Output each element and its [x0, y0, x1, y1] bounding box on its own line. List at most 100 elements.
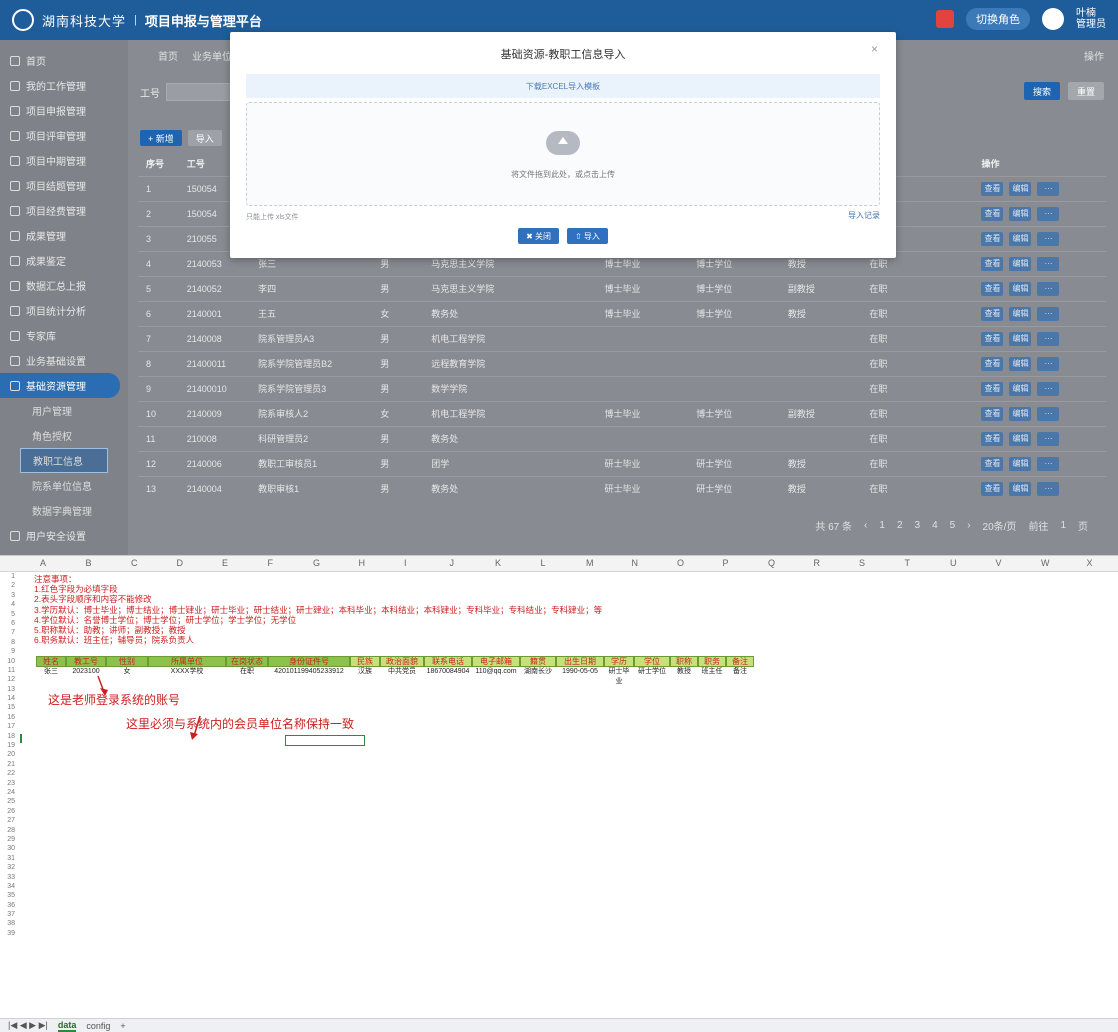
sheet-nav-icon[interactable]: |◀ ◀ ▶ ▶|: [8, 1020, 48, 1031]
row-number[interactable]: 13: [0, 685, 18, 694]
edit-button[interactable]: 编辑: [1009, 256, 1032, 271]
view-button[interactable]: 查看: [981, 431, 1004, 446]
template-header-cell[interactable]: 学历: [604, 656, 634, 667]
edit-button[interactable]: 编辑: [1009, 381, 1032, 396]
template-header-cell[interactable]: 身份证件号: [268, 656, 350, 667]
column-letter[interactable]: A: [40, 558, 46, 568]
edit-button[interactable]: 编辑: [1009, 406, 1032, 421]
row-number[interactable]: 7: [0, 628, 18, 637]
row-number[interactable]: 14: [0, 694, 18, 703]
more-button[interactable]: ···: [1037, 231, 1060, 246]
template-header-cell[interactable]: 所属单位: [148, 656, 226, 667]
more-button[interactable]: ···: [1037, 306, 1060, 321]
pager-page[interactable]: 1: [879, 520, 885, 531]
template-sample-cell[interactable]: 张三: [36, 667, 66, 677]
sidebar-subitem[interactable]: 角色授权: [0, 423, 128, 448]
template-sample-cell[interactable]: 研士学位: [634, 667, 670, 677]
table-row[interactable]: 9 21400010 院系学院管理员3 男数学学院 在职 查看 编辑 ···: [138, 375, 1106, 401]
more-button[interactable]: ···: [1037, 431, 1060, 446]
column-letter[interactable]: I: [404, 558, 407, 568]
sidebar-subitem[interactable]: 院系单位信息: [0, 473, 128, 498]
column-letter[interactable]: P: [723, 558, 729, 568]
sidebar-item[interactable]: 项目统计分析: [0, 298, 128, 323]
table-row[interactable]: 6 2140001 王五女教务处 博士毕业 博士学位 教授 在职 查看 编辑 ···: [138, 300, 1106, 326]
column-letter[interactable]: W: [1041, 558, 1050, 568]
sidebar-item-active[interactable]: 基础资源管理: [0, 373, 120, 398]
pager-page[interactable]: 4: [932, 520, 938, 531]
row-number[interactable]: 26: [0, 807, 18, 816]
import-confirm-button[interactable]: ⇧ 导入: [567, 228, 608, 244]
notification-flag-icon[interactable]: [936, 10, 954, 28]
row-number[interactable]: 20: [0, 750, 18, 759]
column-letter[interactable]: F: [268, 558, 274, 568]
row-number[interactable]: 28: [0, 826, 18, 835]
more-button[interactable]: ···: [1037, 456, 1060, 471]
template-header-cell[interactable]: 备注: [726, 656, 754, 667]
view-button[interactable]: 查看: [981, 356, 1004, 371]
add-sheet-button[interactable]: +: [120, 1021, 125, 1031]
row-number[interactable]: 1: [0, 572, 18, 581]
column-letter[interactable]: S: [859, 558, 865, 568]
edit-button[interactable]: 编辑: [1009, 331, 1032, 346]
table-row[interactable]: 8 21400011 院系学院管理员B2 男远程教育学院 在职 查看 编辑 ···: [138, 350, 1106, 376]
row-number[interactable]: 19: [0, 741, 18, 750]
row-number[interactable]: 5: [0, 610, 18, 619]
pager-page[interactable]: 2: [897, 520, 903, 531]
sidebar-item[interactable]: 业务基础设置: [0, 348, 128, 373]
user-avatar[interactable]: [1042, 8, 1064, 30]
column-letter[interactable]: B: [86, 558, 92, 568]
user-name[interactable]: 叶楠 管理员: [1076, 8, 1106, 30]
column-letter[interactable]: X: [1087, 558, 1093, 568]
edit-button[interactable]: 编辑: [1009, 306, 1032, 321]
download-template-link[interactable]: 下载EXCEL导入模板: [246, 74, 880, 98]
template-header-cell[interactable]: 民族: [350, 656, 380, 667]
more-button[interactable]: ···: [1037, 356, 1060, 371]
sidebar-item[interactable]: 项目评审管理: [0, 123, 128, 148]
table-row[interactable]: 7 2140008 院系管理员A3 男机电工程学院 在职 查看 编辑 ···: [138, 325, 1106, 351]
pager-prev[interactable]: ‹: [864, 520, 867, 531]
column-letter[interactable]: J: [450, 558, 455, 568]
row-number[interactable]: 39: [0, 929, 18, 938]
template-header-cell[interactable]: 教工号: [66, 656, 106, 667]
sidebar-item[interactable]: 我的工作管理: [0, 73, 128, 98]
row-number[interactable]: 27: [0, 816, 18, 825]
row-number[interactable]: 12: [0, 675, 18, 684]
pager-page-input[interactable]: 1: [1060, 520, 1066, 531]
edit-button[interactable]: 编辑: [1009, 481, 1032, 496]
template-sample-cell[interactable]: 2023100: [66, 667, 106, 677]
upload-dropzone[interactable]: 将文件拖到此处，或点击上传: [246, 102, 880, 206]
switch-role-button[interactable]: 切换角色: [966, 8, 1030, 30]
sidebar-subitem-current[interactable]: 教职工信息: [20, 448, 108, 473]
sidebar-subitem[interactable]: 用户管理: [0, 398, 128, 423]
view-button[interactable]: 查看: [981, 481, 1004, 496]
view-button[interactable]: 查看: [981, 181, 1004, 196]
row-number[interactable]: 35: [0, 891, 18, 900]
view-button[interactable]: 查看: [981, 456, 1004, 471]
table-row[interactable]: 5 2140052 李四男马克思主义学院 博士毕业 博士学位 副教授 在职 查看 编辑 ···: [138, 275, 1106, 301]
row-number[interactable]: 37: [0, 910, 18, 919]
template-header-cell[interactable]: 电子邮箱: [472, 656, 520, 667]
row-number[interactable]: 21: [0, 760, 18, 769]
column-letter[interactable]: N: [632, 558, 639, 568]
add-button[interactable]: + 新增: [140, 130, 182, 146]
more-button[interactable]: ···: [1037, 481, 1060, 496]
template-sample-cell[interactable]: XXXX学校: [148, 667, 226, 677]
import-button[interactable]: 导入: [187, 130, 222, 146]
row-number[interactable]: 29: [0, 835, 18, 844]
template-sample-cell[interactable]: 湖南长沙: [520, 667, 556, 677]
template-sample-cell[interactable]: 教授: [670, 667, 698, 677]
edit-button[interactable]: 编辑: [1009, 181, 1032, 196]
edit-button[interactable]: 编辑: [1009, 431, 1032, 446]
column-letter[interactable]: T: [905, 558, 911, 568]
template-sample-cell[interactable]: 班主任: [698, 667, 726, 677]
view-button[interactable]: 查看: [981, 381, 1004, 396]
sidebar-item[interactable]: 用户安全设置: [0, 523, 128, 548]
more-button[interactable]: ···: [1037, 281, 1060, 296]
row-number[interactable]: 3: [0, 591, 18, 600]
row-number[interactable]: 25: [0, 797, 18, 806]
sidebar-item[interactable]: 首页: [0, 48, 128, 73]
view-button[interactable]: 查看: [981, 406, 1004, 421]
pager-page[interactable]: 3: [915, 520, 921, 531]
view-button[interactable]: 查看: [981, 231, 1004, 246]
sidebar-item[interactable]: 专家库: [0, 323, 128, 348]
